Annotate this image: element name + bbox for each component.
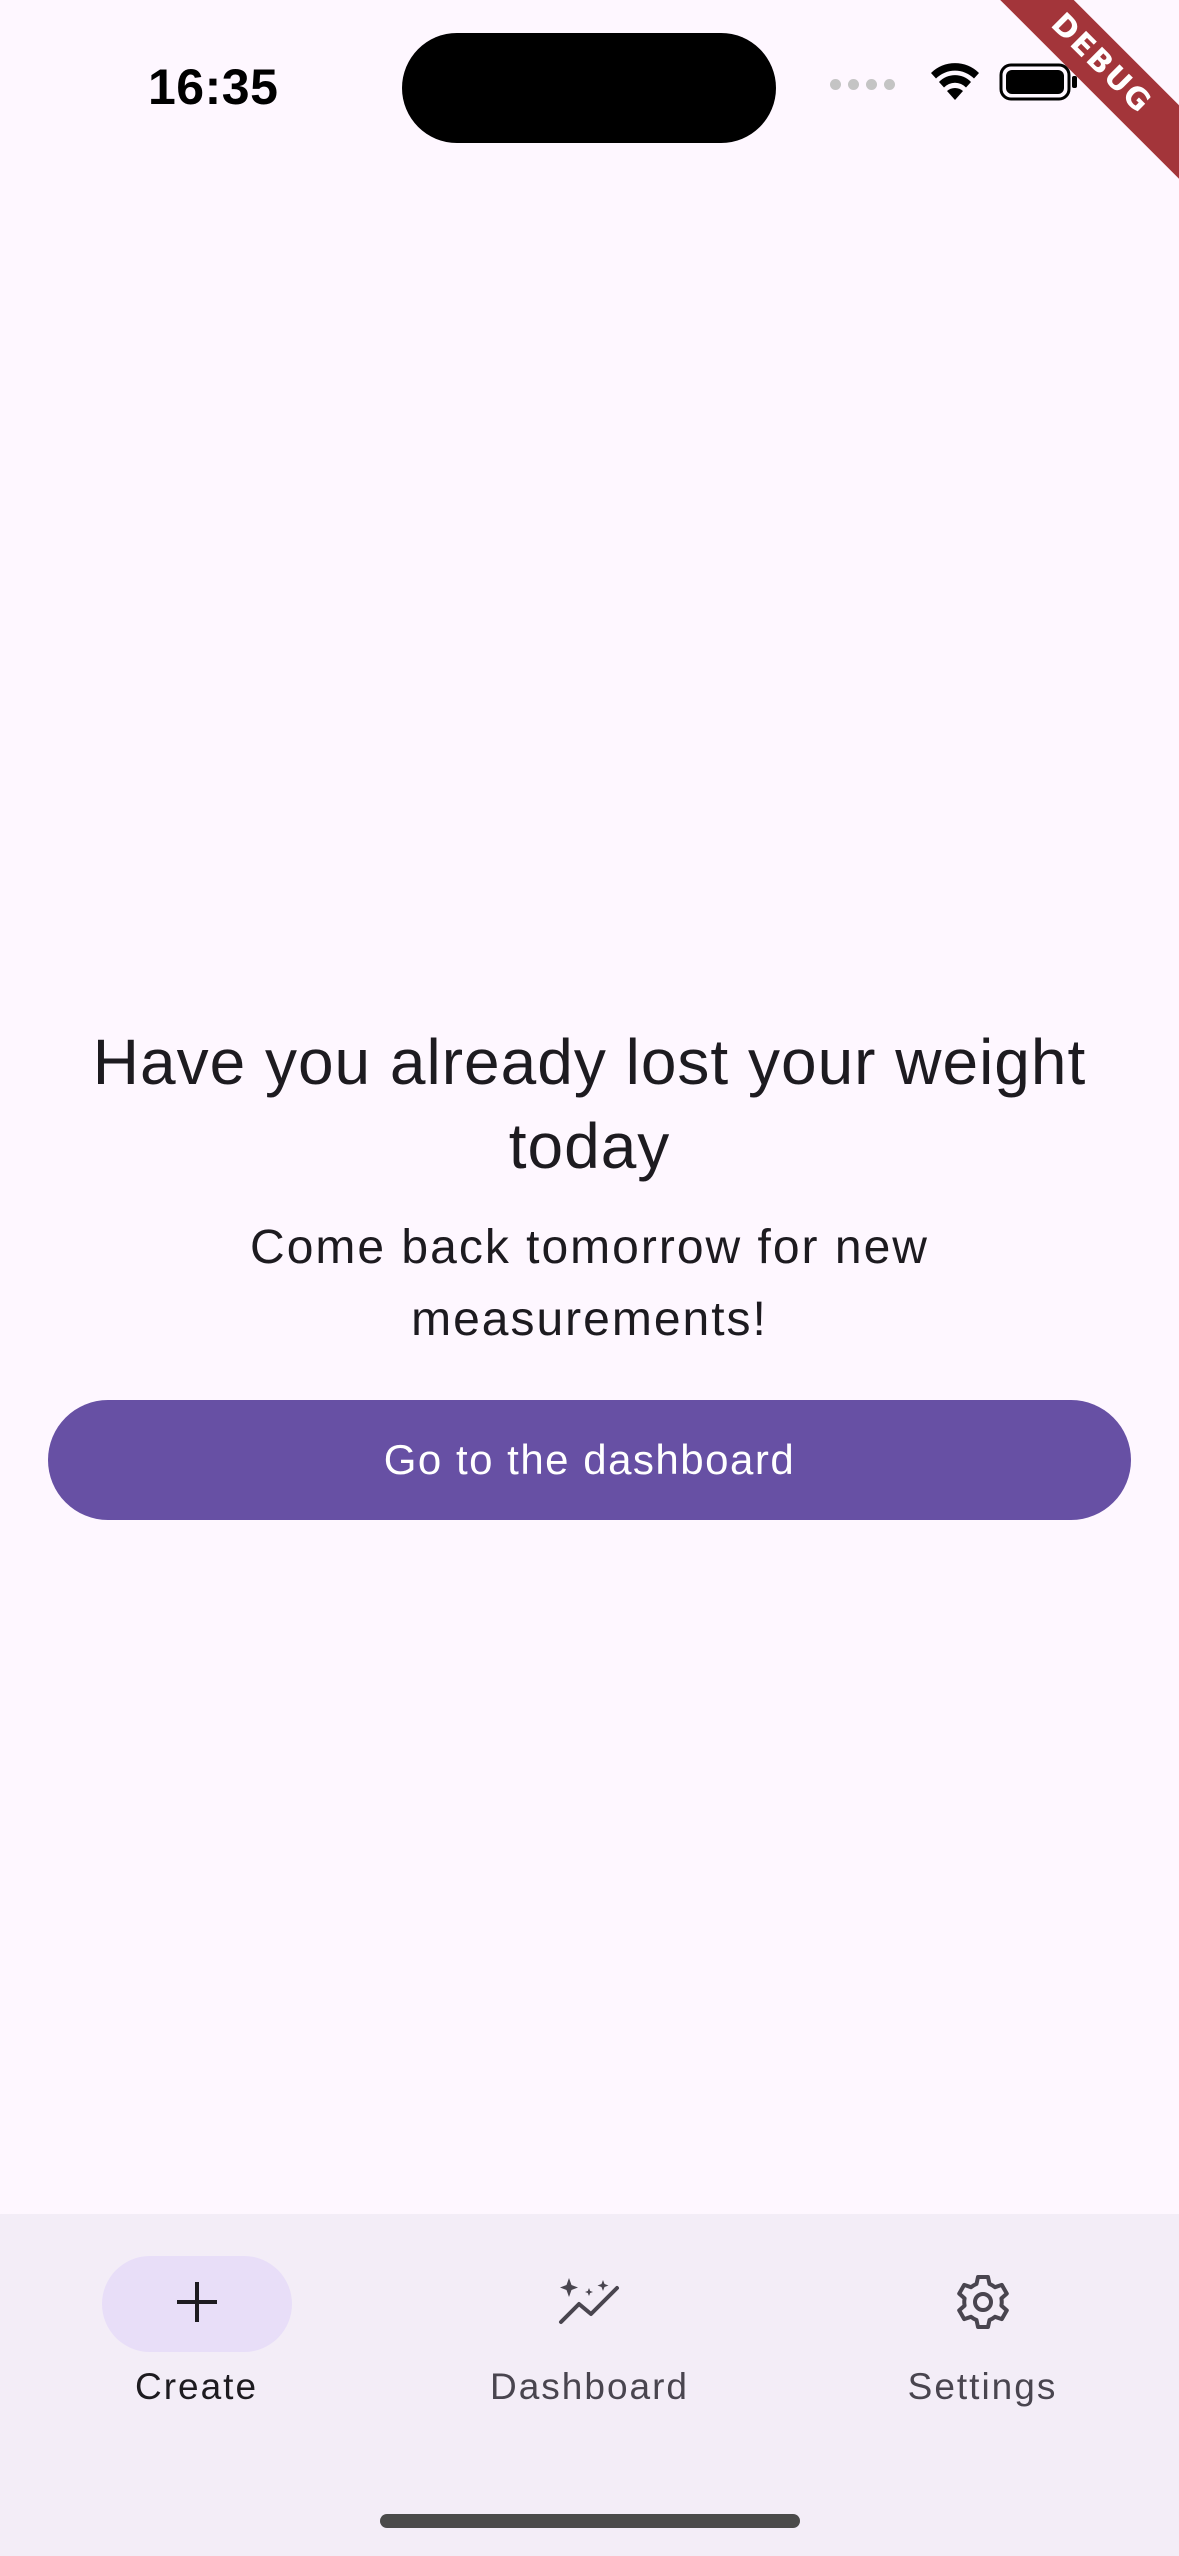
- status-icons: [830, 62, 1079, 107]
- wifi-icon: [929, 62, 981, 107]
- bottom-navigation: Create Dashboard Settings: [0, 2214, 1179, 2556]
- status-bar: 16:35 DEBUG: [0, 0, 1179, 189]
- nav-item-create[interactable]: Create: [0, 2256, 393, 2408]
- headline: Have you already lost your weight today: [92, 1026, 1087, 1182]
- cellular-signal-icon: [830, 79, 895, 90]
- battery-icon: [999, 62, 1079, 107]
- gear-icon: [953, 2272, 1013, 2337]
- nav-active-indicator[interactable]: [101, 2256, 292, 2352]
- home-indicator[interactable]: [380, 2514, 800, 2528]
- nav-item-dashboard[interactable]: Dashboard: [393, 2256, 786, 2408]
- main-content: Have you already lost your weight today …: [0, 1020, 1179, 1520]
- nav-item-label: Create: [134, 2366, 259, 2407]
- go-to-dashboard-button[interactable]: Go to the dashboard: [48, 1400, 1131, 1520]
- nav-item-label: Dashboard: [489, 2366, 689, 2407]
- nav-icon-container[interactable]: [495, 2256, 685, 2352]
- subtitle: Come back tomorrow for new measurements!: [250, 1221, 929, 1346]
- insights-icon: [555, 2274, 625, 2335]
- status-time: 16:35: [148, 59, 279, 115]
- nav-item-settings[interactable]: Settings: [786, 2256, 1179, 2408]
- nav-icon-container[interactable]: [888, 2256, 1078, 2352]
- dynamic-island: [402, 33, 776, 143]
- plus-icon: [173, 2278, 221, 2331]
- nav-item-label: Settings: [907, 2366, 1058, 2407]
